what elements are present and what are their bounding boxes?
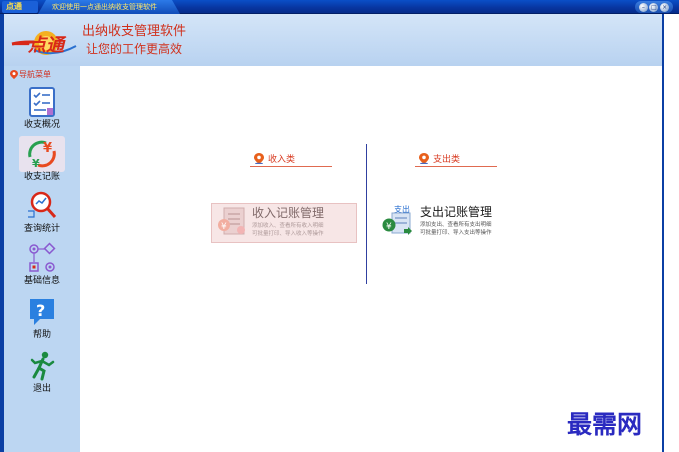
sidebar-item-label: 基础信息 <box>23 276 60 286</box>
minimize-button[interactable]: – <box>638 2 648 12</box>
section-income-label: 收入类 <box>268 155 296 165</box>
section-income: 收入类 <box>250 153 332 167</box>
help-icon: ? <box>30 299 54 325</box>
sidebar-item-label: 收支记账 <box>23 172 60 182</box>
income-card-desc-2: 可批量打印、导入收入等操作 <box>252 231 324 237</box>
brand-logo: 一点通 <box>10 20 82 64</box>
flowchart-icon <box>29 242 56 272</box>
window-frame-right <box>662 14 679 452</box>
svg-text:?: ? <box>36 301 45 320</box>
svg-text:¥: ¥ <box>43 141 52 156</box>
section-divider <box>366 144 367 284</box>
sidebar-item-label: 帮助 <box>32 330 51 340</box>
checklist-icon <box>29 87 55 117</box>
expense-card-desc-2: 可批量打印、导入支出等操作 <box>420 230 492 236</box>
window-title: 欢迎使用一点通出纳收支管理软件 <box>52 3 157 11</box>
sidebar-item-label: 查询统计 <box>23 224 60 234</box>
location-pin-icon <box>10 70 18 79</box>
close-button[interactable]: × <box>660 2 670 12</box>
sidebar-nav: 导航菜单 收支概况 ¥ ¥ 收支记账 查询统计 基础信息 ? 帮助 退出 <box>4 66 80 452</box>
watermark: 最需网 <box>567 410 643 439</box>
sidebar-item-label: 收支概况 <box>23 120 60 130</box>
main-panel: 收入类 支出类 ¥ 收入记账管理 添加收入、查看所有收入明细 可批量打印、导入收… <box>80 66 662 452</box>
section-expense: 支出类 <box>415 153 497 167</box>
window-controls: – □ × <box>635 1 673 13</box>
app-title: 出纳收支管理软件 <box>82 24 187 39</box>
app-header: 一点通 出纳收支管理软件 让您的工作更高效 <box>4 14 662 66</box>
sidebar-item-basic-info[interactable]: 基础信息 <box>4 240 80 292</box>
income-card-title: 收入记账管理 <box>252 206 325 220</box>
expense-doc-icon: 支出 ¥ <box>380 203 420 239</box>
sidebar-item-query[interactable]: 查询统计 <box>4 188 80 240</box>
section-expense-label: 支出类 <box>433 155 461 165</box>
app-subtitle: 让您的工作更高效 <box>86 42 183 56</box>
sidebar-item-label: 退出 <box>32 384 51 394</box>
income-card-desc-1: 添加收入、查看所有收入明细 <box>252 223 324 229</box>
nav-menu-label: 导航菜单 <box>10 69 51 80</box>
yuan-cycle-icon: ¥ ¥ <box>28 140 56 170</box>
magnifier-chart-icon <box>28 191 57 218</box>
window-titlebar: 点通 欢迎使用一点通出纳收支管理软件 – □ × <box>0 0 679 14</box>
expense-card-title: 支出记账管理 <box>420 205 493 219</box>
income-doc-icon: ¥ <box>212 204 252 240</box>
income-bookkeeping-button[interactable]: ¥ 收入记账管理 添加收入、查看所有收入明细 可批量打印、导入收入等操作 <box>211 203 357 243</box>
expense-bookkeeping-button[interactable]: 支出 ¥ 支出记账管理 添加支出、查看所有支出明细 可批量打印、导入支出等操作 <box>380 203 520 243</box>
maximize-button[interactable]: □ <box>649 2 659 12</box>
nav-menu-text: 导航菜单 <box>19 70 51 79</box>
running-man-icon <box>30 351 55 381</box>
expense-card-desc-1: 添加支出、查看所有支出明细 <box>420 222 492 228</box>
location-pin-icon <box>419 153 429 164</box>
svg-text:¥: ¥ <box>221 222 227 232</box>
location-pin-icon <box>254 153 264 164</box>
window-logo: 点通 <box>2 1 38 13</box>
sidebar-item-overview[interactable]: 收支概况 <box>4 84 80 136</box>
sidebar-item-exit[interactable]: 退出 <box>4 348 80 400</box>
svg-text:¥: ¥ <box>32 157 40 170</box>
svg-text:¥: ¥ <box>386 222 392 232</box>
sidebar-item-help[interactable]: ? 帮助 <box>4 294 80 346</box>
sidebar-item-bookkeeping[interactable]: ¥ ¥ 收支记账 <box>4 136 80 188</box>
brand-text: 一点通 <box>10 35 64 56</box>
